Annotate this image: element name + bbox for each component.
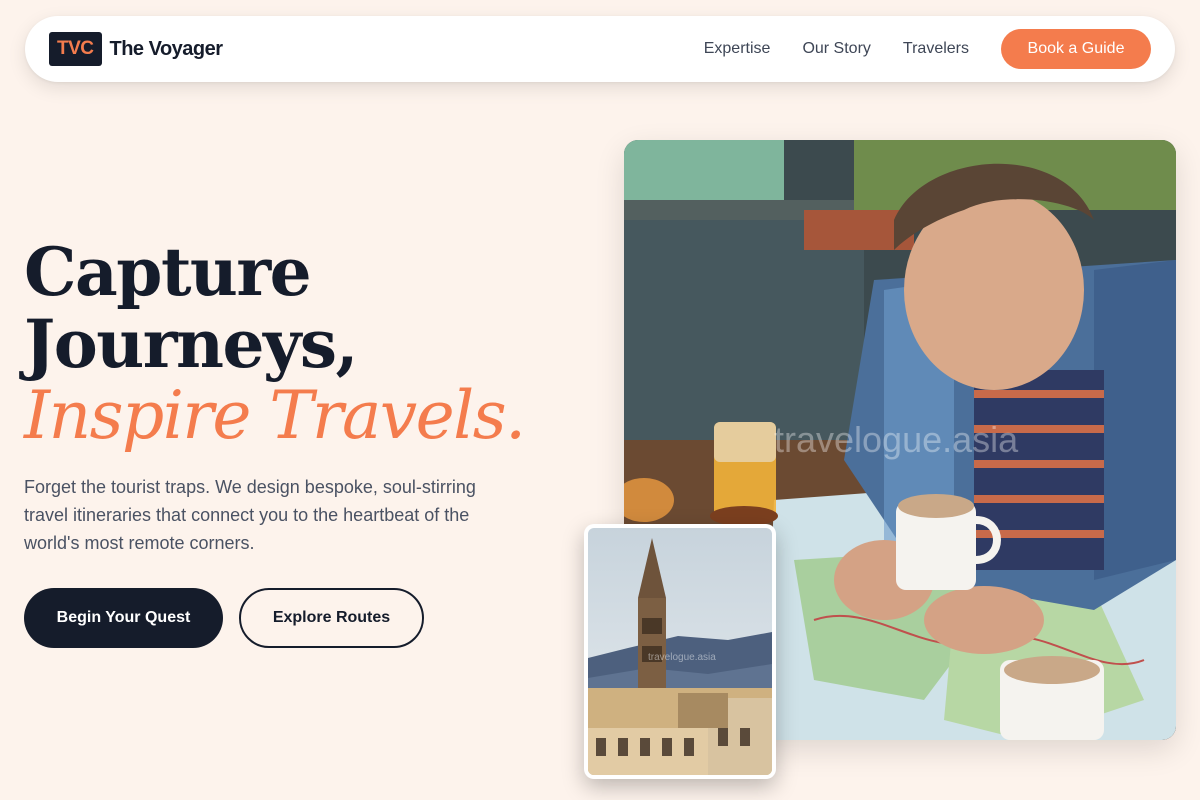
inset-photo-illustration: travelogue.asia	[588, 528, 772, 775]
nav-link-our-story[interactable]: Our Story	[802, 40, 870, 58]
nav-links: Expertise Our Story Travelers Book a Gui…	[704, 29, 1151, 69]
inset-photo-frame: travelogue.asia	[584, 524, 776, 779]
hero-title: Capture Journeys, Inspire Travels.	[24, 233, 526, 454]
book-guide-button[interactable]: Book a Guide	[1001, 29, 1151, 69]
logo[interactable]: TVC The Voyager	[49, 32, 223, 66]
explore-routes-button[interactable]: Explore Routes	[239, 588, 424, 648]
inset-photo-tower: travelogue.asia	[588, 528, 772, 775]
nav-link-expertise[interactable]: Expertise	[704, 40, 771, 58]
begin-quest-button[interactable]: Begin Your Quest	[24, 588, 223, 648]
hero-title-line-1: Capture	[24, 233, 312, 311]
hero-title-line-2: Journeys,	[24, 305, 358, 383]
main-photo-watermark: travelogue.asia	[774, 419, 1019, 460]
logo-badge: TVC	[49, 32, 102, 66]
top-nav: TVC The Voyager Expertise Our Story Trav…	[25, 16, 1175, 82]
nav-link-travelers[interactable]: Travelers	[903, 40, 969, 58]
hero-description: Forget the tourist traps. We design besp…	[24, 477, 476, 553]
inset-photo-watermark: travelogue.asia	[648, 652, 716, 663]
logo-name: The Voyager	[109, 37, 224, 60]
hero-title-accent: Inspire Travels.	[24, 377, 526, 454]
